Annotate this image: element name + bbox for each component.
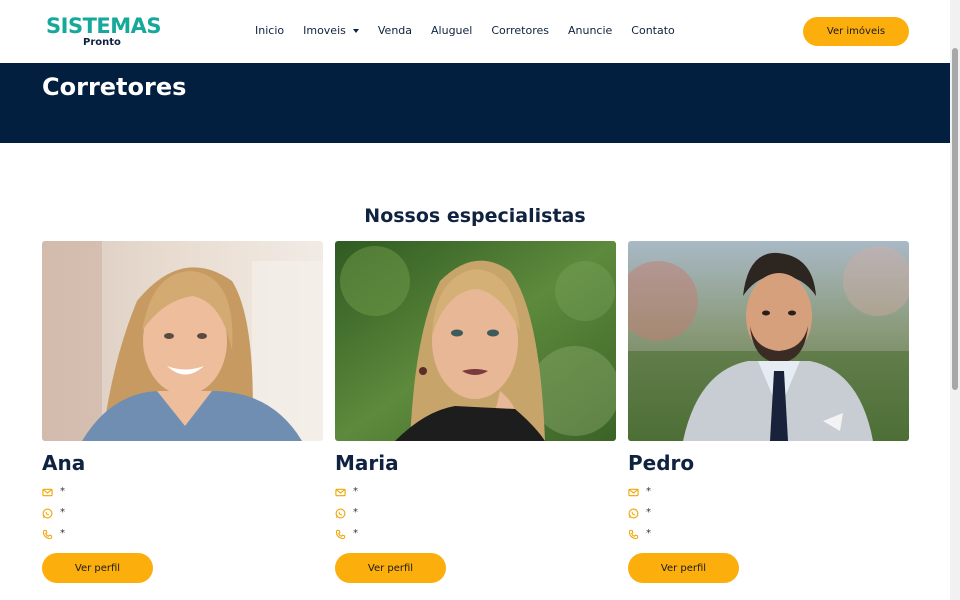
phone-value: * [353, 528, 358, 539]
section-title: Nossos especialistas [364, 205, 586, 227]
agent-photo[interactable] [628, 241, 909, 441]
nav-label: Imoveis [303, 24, 346, 37]
site-header: SISTEMAS Pronto Inicio Imoveis Venda Alu… [0, 0, 950, 63]
agent-whatsapp[interactable]: * [335, 506, 358, 520]
agent-whatsapp[interactable]: * [42, 506, 65, 520]
phone-value: * [60, 528, 65, 539]
agent-name: Pedro [628, 451, 695, 475]
email-value: * [353, 486, 358, 497]
agent-card-pedro: Pedro * * * Ver perfil [628, 241, 909, 591]
email-value: * [60, 486, 65, 497]
email-value: * [646, 486, 651, 497]
nav-label: Venda [377, 24, 413, 37]
ver-perfil-button[interactable]: Ver perfil [335, 553, 446, 583]
agent-email[interactable]: * [42, 485, 65, 499]
main-nav: Inicio Imoveis Venda Aluguel Corretores … [255, 22, 675, 40]
nav-label: Corretores [491, 24, 549, 37]
nav-label: Anuncie [567, 24, 613, 37]
page-scrollbar[interactable] [950, 0, 960, 600]
ver-imoveis-button[interactable]: Ver imóveis [803, 17, 909, 46]
site-logo[interactable]: SISTEMAS Pronto [46, 14, 162, 50]
whatsapp-value: * [353, 507, 358, 518]
agent-photo[interactable] [42, 241, 323, 441]
chevron-down-icon [352, 29, 359, 33]
nav-item-inicio[interactable]: Inicio [255, 22, 284, 40]
nav-item-aluguel[interactable]: Aluguel [431, 22, 472, 40]
nav-label: Aluguel [431, 24, 473, 37]
phone-icon [335, 529, 346, 539]
phone-icon [628, 529, 639, 539]
nav-item-contato[interactable]: Contato [631, 22, 674, 40]
email-icon [335, 488, 346, 496]
nav-label: Inicio [255, 24, 285, 37]
nav-item-imoveis[interactable]: Imoveis [303, 22, 359, 40]
agent-email[interactable]: * [335, 485, 358, 499]
agent-phone[interactable]: * [628, 527, 651, 541]
agent-card-maria: Maria * * * Ver perfil [335, 241, 616, 591]
whatsapp-icon [42, 508, 53, 518]
whatsapp-icon [335, 508, 346, 518]
whatsapp-value: * [646, 507, 651, 518]
agent-name: Maria [335, 451, 399, 475]
page-banner: Corretores [0, 63, 950, 143]
scrollbar-thumb[interactable] [952, 48, 958, 390]
logo-sub-text: Pronto [83, 37, 121, 48]
nav-label: Contato [631, 24, 675, 37]
agent-email[interactable]: * [628, 485, 651, 499]
whatsapp-value: * [60, 507, 65, 518]
agent-phone[interactable]: * [335, 527, 358, 541]
email-icon [42, 488, 53, 496]
agent-photo[interactable] [335, 241, 616, 441]
ver-perfil-button[interactable]: Ver perfil [42, 553, 153, 583]
nav-item-venda[interactable]: Venda [378, 22, 412, 40]
nav-item-corretores[interactable]: Corretores [491, 22, 549, 40]
nav-item-anuncie[interactable]: Anuncie [568, 22, 612, 40]
ver-perfil-button[interactable]: Ver perfil [628, 553, 739, 583]
phone-icon [42, 529, 53, 539]
agent-whatsapp[interactable]: * [628, 506, 651, 520]
logo-main-text: SISTEMAS [46, 14, 162, 38]
email-icon [628, 488, 639, 496]
agent-phone[interactable]: * [42, 527, 65, 541]
whatsapp-icon [628, 508, 639, 518]
page-title: Corretores [42, 73, 187, 101]
agent-name: Ana [42, 451, 86, 475]
agent-card-ana: Ana * * * Ver perfil [42, 241, 323, 591]
phone-value: * [646, 528, 651, 539]
